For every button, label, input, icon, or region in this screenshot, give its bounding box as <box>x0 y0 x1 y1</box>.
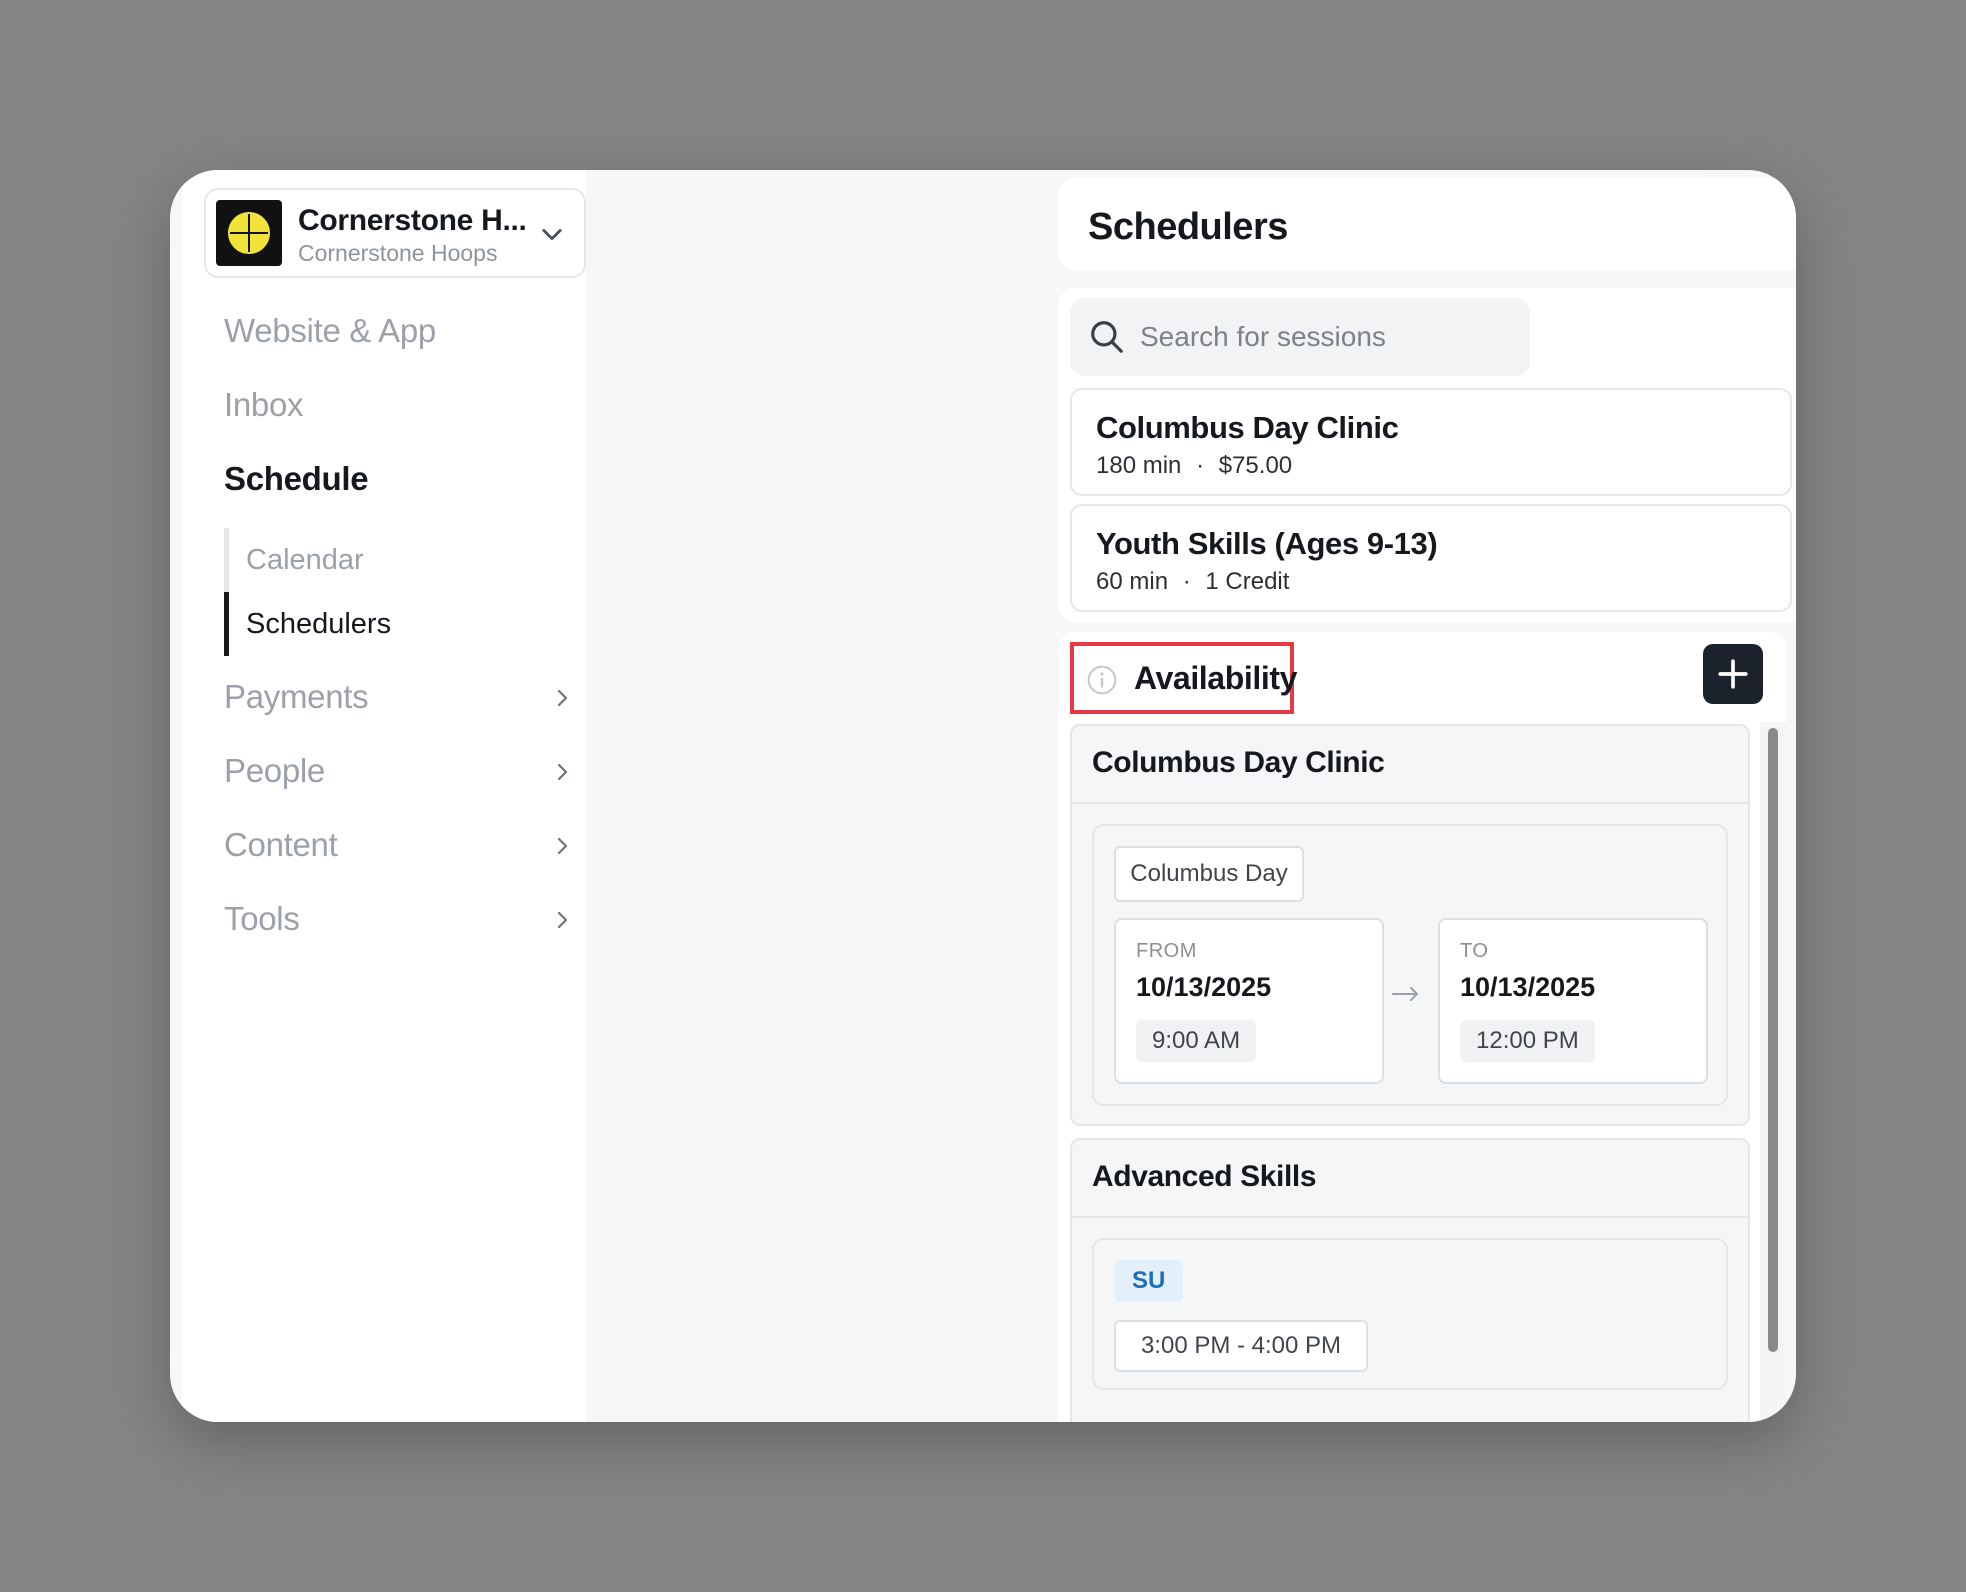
from-time: 9:00 AM <box>1136 1020 1257 1062</box>
nav-sub-calendar[interactable]: Calendar <box>246 544 364 577</box>
to-label: TO <box>1460 940 1489 962</box>
panel-header: Schedulers <box>1058 178 1796 270</box>
from-label: FROM <box>1136 940 1197 962</box>
group-header: Columbus Day Clinic <box>1072 726 1748 804</box>
org-name: Cornerstone H... <box>298 204 527 237</box>
session-card[interactable]: Youth Skills (Ages 9-13) 60 min · 1 Cred… <box>1070 504 1792 612</box>
nav-payments[interactable]: Payments <box>224 678 369 716</box>
day-badge: SU <box>1114 1260 1184 1302</box>
meta-separator: · <box>1182 568 1191 595</box>
nav-website-app[interactable]: Website & App <box>224 312 436 350</box>
to-date-box: TO 10/13/2025 12:00 PM <box>1438 918 1708 1084</box>
chevron-right-icon <box>557 837 568 855</box>
nav-content[interactable]: Content <box>224 826 338 864</box>
session-title: Columbus Day Clinic <box>1096 410 1399 445</box>
group-title: Columbus Day Clinic <box>1092 746 1385 779</box>
meta-separator: · <box>1196 452 1205 479</box>
nav-inbox[interactable]: Inbox <box>224 386 304 424</box>
chevron-right-icon <box>557 911 568 929</box>
nav-tools[interactable]: Tools <box>224 900 300 938</box>
search-box[interactable] <box>1070 298 1530 376</box>
scrollbar[interactable] <box>1760 722 1786 1422</box>
from-date: 10/13/2025 <box>1136 972 1272 1002</box>
search-input[interactable] <box>1140 298 1510 376</box>
to-date: 10/13/2025 <box>1460 972 1596 1002</box>
group-header: Advanced Skills <box>1072 1140 1748 1218</box>
session-meta: 60 min · 1 Credit <box>1096 568 1289 596</box>
nav-schedule[interactable]: Schedule <box>224 460 369 498</box>
availability-rule[interactable]: SU 3:00 PM - 4:00 PM <box>1092 1238 1728 1390</box>
chevron-right-icon <box>557 689 568 707</box>
time-range-chip: 3:00 PM - 4:00 PM <box>1114 1320 1368 1372</box>
group-title: Advanced Skills <box>1092 1160 1317 1193</box>
session-meta: 180 min · $75.00 <box>1096 452 1292 480</box>
arrow-right-icon <box>1392 987 1418 1001</box>
app-window: Cornerstone H... Cornerstone Hoops Websi… <box>170 170 1796 1422</box>
session-duration: 180 min <box>1096 452 1182 479</box>
availability-group: Columbus Day Clinic Columbus Day FROM 10… <box>1070 724 1750 1126</box>
session-title: Youth Skills (Ages 9-13) <box>1096 526 1438 561</box>
basketball-logo-icon <box>225 209 273 257</box>
availability-title: Availability <box>1134 660 1297 696</box>
plus-icon <box>1718 659 1748 689</box>
availability-group: Advanced Skills SU 3:00 PM - 4:00 PM <box>1070 1138 1750 1422</box>
session-price: 1 Credit <box>1205 568 1290 595</box>
session-price: $75.00 <box>1218 452 1293 479</box>
sub-rail-calendar <box>224 528 229 592</box>
availability-section: Availability Columbus Day Clinic Columbu… <box>1058 632 1786 1422</box>
nav-people[interactable]: People <box>224 752 325 790</box>
nav-sub-schedulers[interactable]: Schedulers <box>246 608 391 641</box>
sidebar: Cornerstone H... Cornerstone Hoops Websi… <box>182 170 586 1422</box>
scrollbar-thumb[interactable] <box>1768 728 1778 1352</box>
org-logo <box>216 200 282 266</box>
to-time: 12:00 PM <box>1460 1020 1595 1062</box>
info-icon[interactable] <box>1086 664 1118 696</box>
session-duration: 60 min <box>1096 568 1169 595</box>
from-date-box: FROM 10/13/2025 9:00 AM <box>1114 918 1384 1084</box>
search-icon <box>1091 321 1123 353</box>
availability-rule[interactable]: Columbus Day FROM 10/13/2025 9:00 AM TO … <box>1092 824 1728 1106</box>
org-switcher[interactable]: Cornerstone H... Cornerstone Hoops <box>204 188 586 278</box>
org-subtitle: Cornerstone Hoops <box>298 240 498 266</box>
session-card[interactable]: Columbus Day Clinic 180 min · $75.00 <box>1070 388 1792 496</box>
page-title: Schedulers <box>1088 206 1288 248</box>
add-availability-button[interactable] <box>1703 644 1763 704</box>
sub-rail-schedulers-active <box>224 592 229 656</box>
chevron-down-icon <box>542 229 562 241</box>
chevron-right-icon <box>557 763 568 781</box>
session-list: Columbus Day Clinic 180 min · $75.00 You… <box>1058 288 1796 622</box>
holiday-chip: Columbus Day <box>1114 846 1304 902</box>
